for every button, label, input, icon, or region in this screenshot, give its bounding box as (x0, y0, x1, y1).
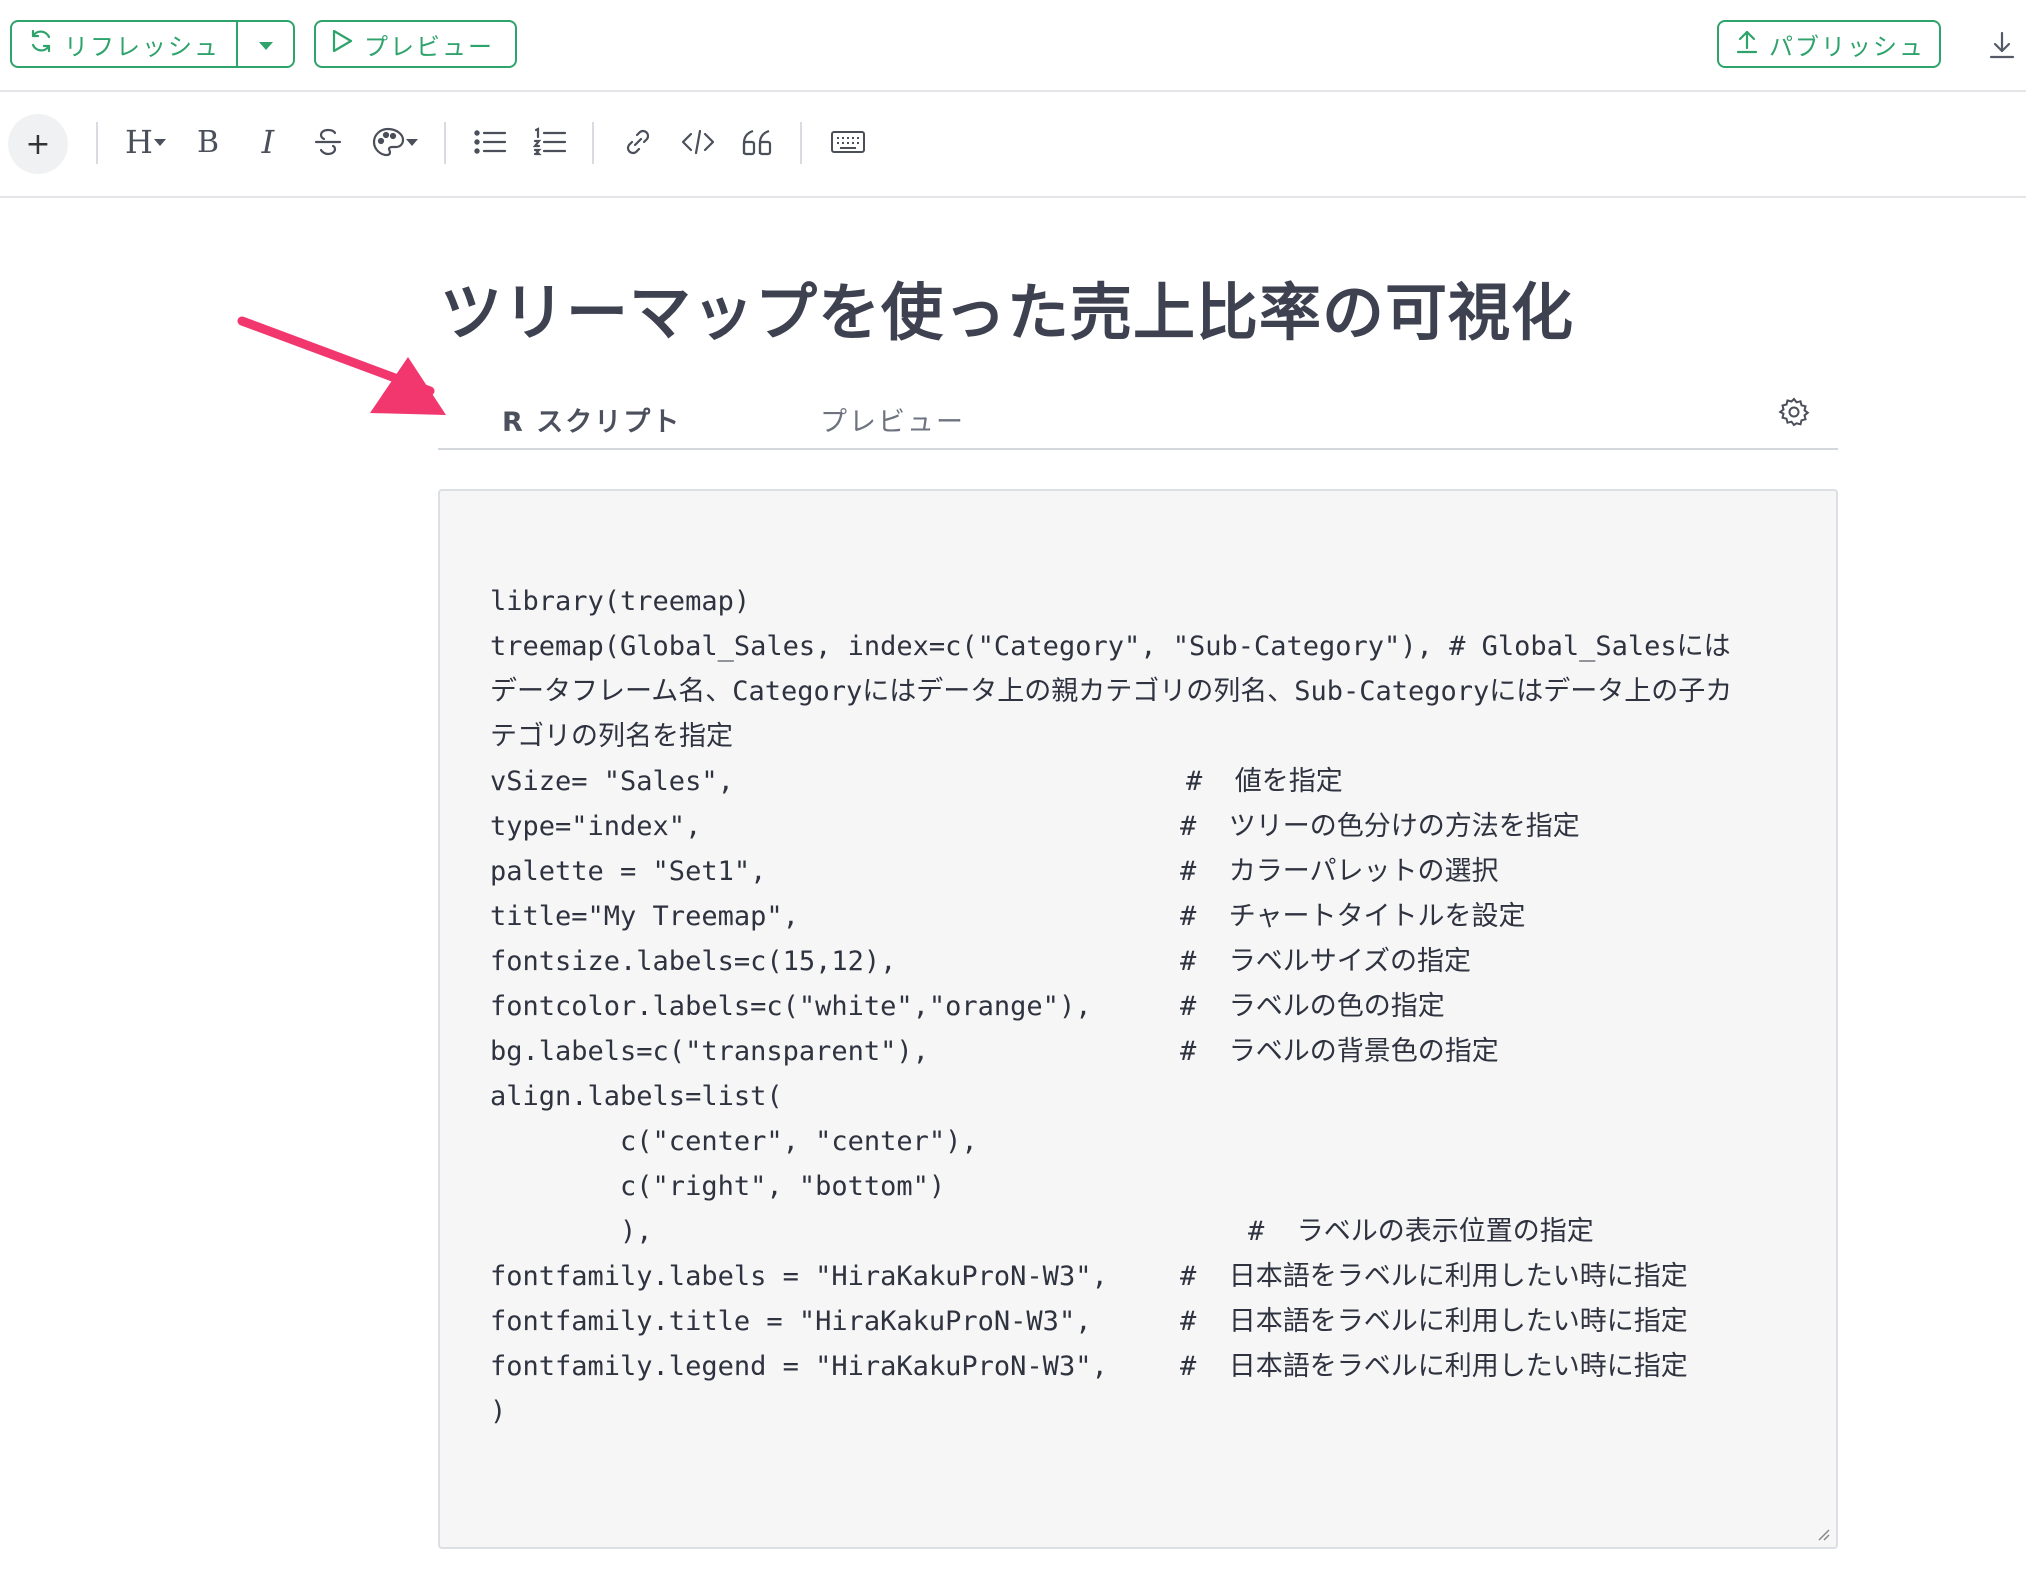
code-comment: # カラーパレットの選択 (1180, 856, 1499, 887)
color-palette-button[interactable] (368, 120, 422, 164)
refresh-dropdown-button[interactable] (238, 22, 293, 66)
play-icon (330, 28, 354, 60)
editor-tabs: R スクリプト プレビュー (438, 392, 1838, 450)
preview-label: プレビュー (364, 32, 494, 61)
strikethrough-icon (314, 128, 342, 156)
quote-icon (742, 129, 772, 156)
bullet-list-icon (474, 130, 507, 154)
resize-handle-icon[interactable] (1814, 1525, 1830, 1541)
link-button[interactable] (618, 120, 658, 164)
code-comment: # ラベルの背景色の指定 (1180, 1036, 1499, 1067)
code-comment: # チャートタイトルを設定 (1180, 901, 1526, 932)
publish-label: パブリッシュ (1769, 32, 1925, 61)
refresh-icon (28, 28, 54, 60)
download-icon[interactable] (1985, 28, 2019, 62)
code-comment: # 日本語をラベルに利用したい時に指定 (1180, 1351, 1688, 1382)
refresh-button[interactable]: リフレッシュ (12, 22, 238, 66)
tab-r-script[interactable]: R スクリプト (502, 400, 681, 439)
numbered-list-icon (533, 127, 567, 156)
code-comment: # 日本語をラベルに利用したい時に指定 (1180, 1261, 1688, 1292)
insert-button[interactable]: + (8, 114, 68, 174)
italic-icon: I (261, 123, 275, 161)
strikethrough-button[interactable] (310, 120, 346, 164)
numbered-list-button[interactable] (530, 120, 570, 164)
r-script-editor[interactable]: library(treemap) treemap(Global_Sales, i… (438, 489, 1838, 1549)
code-comment: # ラベルサイズの指定 (1180, 946, 1471, 977)
code-button[interactable] (678, 120, 718, 164)
bold-icon: B (196, 124, 220, 160)
code-comment: # ラベルの表示位置の指定 (1248, 1216, 1594, 1247)
bold-button[interactable]: B (190, 120, 226, 164)
code-comment: # 日本語をラベルに利用したい時に指定 (1180, 1306, 1688, 1337)
code-icon (681, 129, 715, 155)
preview-button[interactable]: プレビュー (314, 20, 517, 68)
gear-icon[interactable] (1778, 396, 1810, 428)
refresh-label: リフレッシュ (64, 32, 220, 61)
publish-button[interactable]: パブリッシュ (1717, 20, 1941, 68)
caret-down-icon (257, 30, 275, 58)
editor-page: リフレッシュ プレビュー パブリッシュ + H B I ツリーマップを使った売上… (0, 0, 2026, 1572)
palette-icon (372, 127, 405, 157)
quote-button[interactable] (738, 120, 778, 164)
format-toolbar: + H B I (0, 92, 2026, 198)
link-icon (626, 129, 650, 155)
toolbar-divider (800, 122, 802, 164)
refresh-button-group: リフレッシュ (10, 20, 295, 68)
toolbar-divider (444, 122, 446, 164)
code-comment: # ツリーの色分けの方法を指定 (1180, 811, 1580, 842)
heading-icon: H (125, 123, 153, 161)
italic-button[interactable]: I (250, 120, 286, 164)
caret-down-icon (153, 139, 166, 146)
heading-button[interactable]: H (120, 120, 172, 164)
code-comment: # ラベルの色の指定 (1180, 991, 1445, 1022)
keyboard-shortcuts-button[interactable] (826, 120, 870, 164)
upload-icon (1735, 28, 1759, 60)
plus-icon: + (25, 126, 51, 162)
toolbar-divider (592, 122, 594, 164)
caret-down-icon (406, 139, 418, 146)
page-title[interactable]: ツリーマップを使った売上比率の可視化 (440, 262, 1574, 352)
keyboard-icon (831, 131, 865, 153)
bullet-list-button[interactable] (470, 120, 510, 164)
code-comment: # 値を指定 (1186, 766, 1343, 797)
top-bar: リフレッシュ プレビュー パブリッシュ (0, 0, 2026, 92)
toolbar-divider (96, 122, 98, 164)
tab-preview[interactable]: プレビュー (820, 400, 965, 439)
